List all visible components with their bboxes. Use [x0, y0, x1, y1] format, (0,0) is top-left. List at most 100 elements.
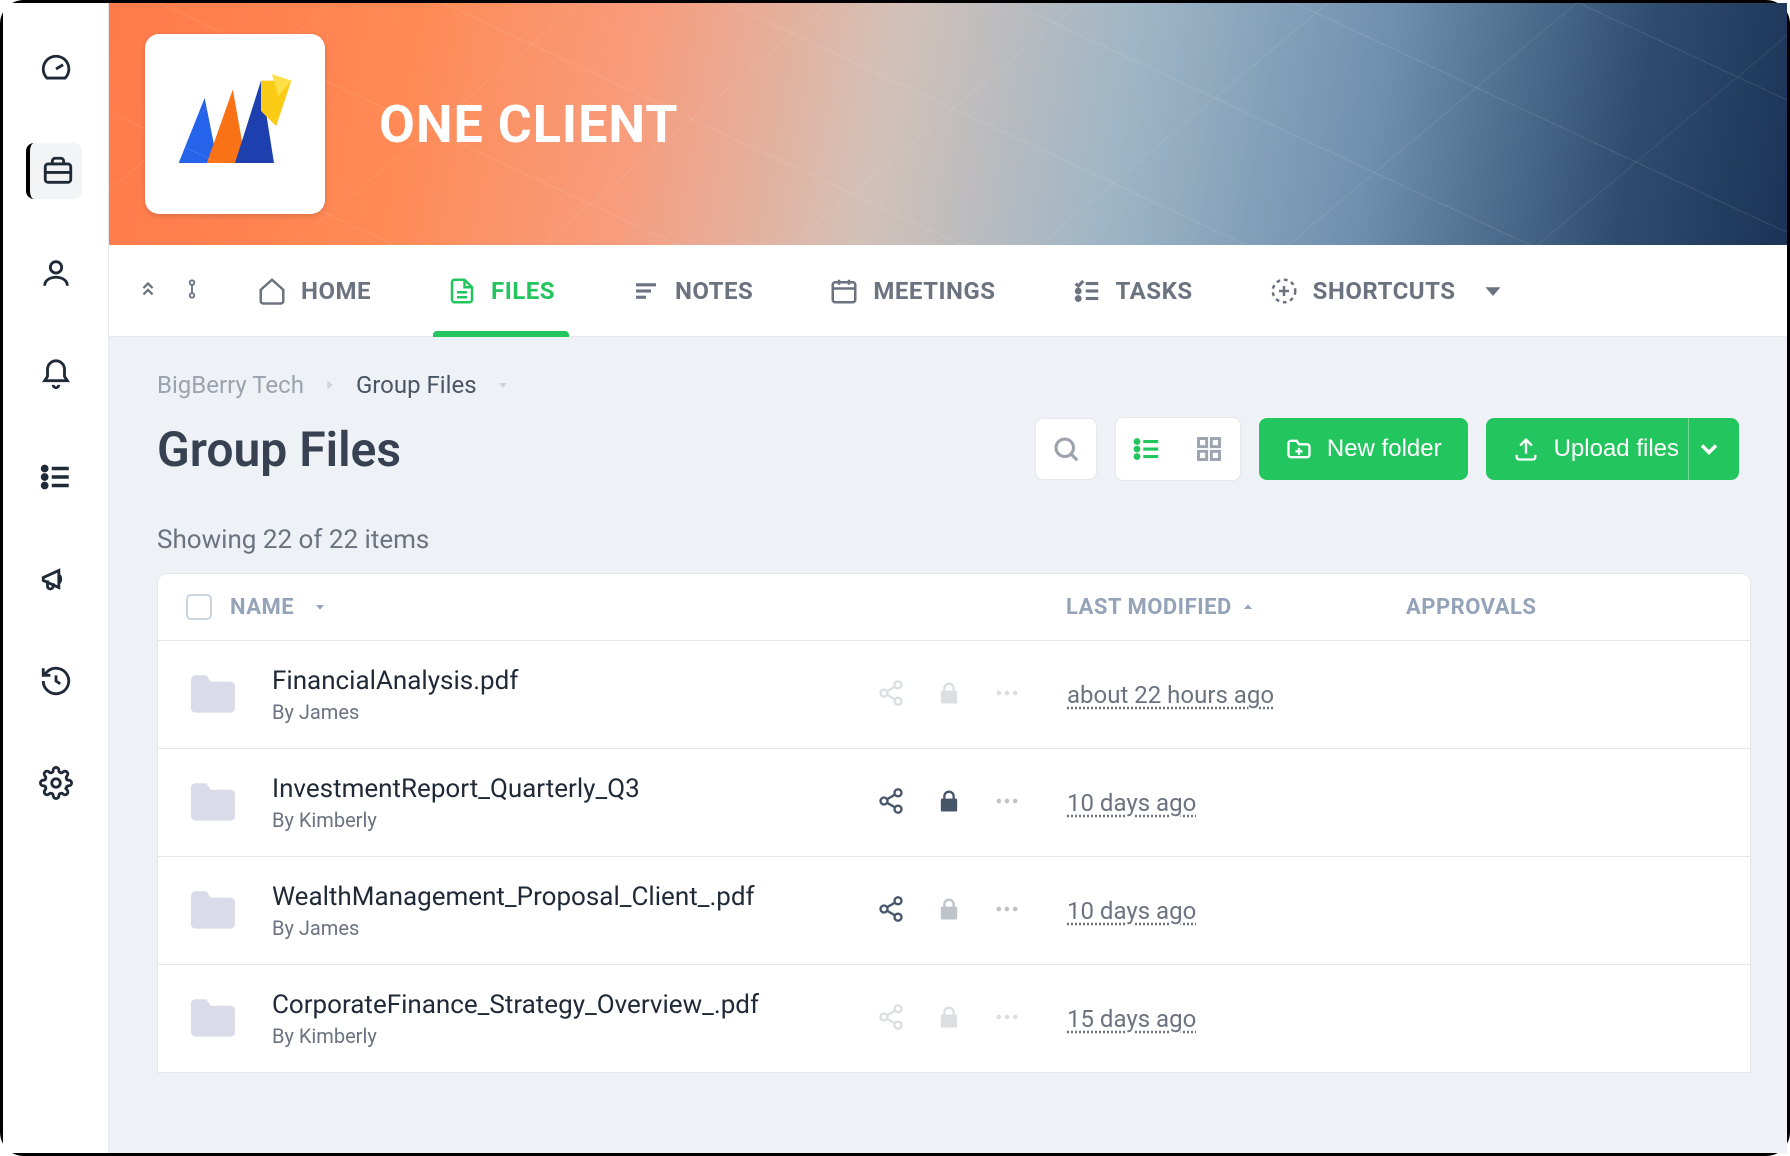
table-row[interactable]: FinancialAnalysis.pdf By James about 22 ho…: [157, 641, 1751, 749]
briefcase-icon: [41, 154, 75, 188]
gear-icon: [39, 766, 73, 800]
list-icon: [39, 460, 73, 494]
sidebar-briefcase[interactable]: [26, 143, 82, 199]
view-grid-button[interactable]: [1178, 418, 1240, 480]
table-row[interactable]: WealthManagement_Proposal_Client_.pdf By …: [157, 857, 1751, 965]
branch-icon[interactable]: [181, 278, 203, 304]
collapse-icon[interactable]: [137, 278, 159, 304]
file-author: By James: [272, 700, 877, 724]
client-logo: [145, 34, 325, 214]
lock-icon[interactable]: [935, 679, 963, 707]
select-all-checkbox[interactable]: [186, 594, 212, 620]
tasks-icon: [1072, 276, 1102, 306]
share-icon[interactable]: [877, 679, 905, 707]
megaphone-icon: [39, 562, 73, 596]
app-sidebar: [3, 3, 109, 1153]
new-folder-label: New folder: [1327, 435, 1442, 463]
file-modified: about 22 hours ago: [1067, 681, 1407, 709]
item-count: Showing 22 of 22 items: [109, 481, 1787, 573]
person-icon: [39, 256, 73, 290]
file-name: FinancialAnalysis.pdf: [272, 666, 877, 696]
chevron-down-icon[interactable]: [495, 377, 511, 393]
search-icon: [1051, 434, 1081, 464]
upload-files-button[interactable]: Upload files: [1486, 418, 1739, 480]
breadcrumb-current: Group Files: [356, 371, 477, 399]
column-approvals[interactable]: APPROVALS: [1406, 595, 1722, 620]
history-icon: [39, 664, 73, 698]
calendar-icon: [829, 276, 859, 306]
notes-icon: [631, 276, 661, 306]
column-modified[interactable]: LAST MODIFIED: [1066, 595, 1232, 620]
sidebar-notifications[interactable]: [28, 347, 84, 403]
table-header: NAME LAST MODIFIED APPROVALS: [157, 573, 1751, 641]
file-author: By Kimberly: [272, 808, 877, 832]
client-banner: ONE CLIENT: [109, 3, 1787, 245]
share-icon[interactable]: [877, 1003, 905, 1031]
column-name[interactable]: NAME: [230, 595, 294, 620]
view-toggle: [1115, 417, 1241, 481]
file-author: By Kimberly: [272, 1024, 877, 1048]
table-row[interactable]: InvestmentReport_Quarterly_Q3 By Kimberly…: [157, 749, 1751, 857]
table-row[interactable]: CorporateFinance_Strategy_Overview_.pdf B…: [157, 965, 1751, 1073]
folder-icon: [186, 889, 240, 933]
tab-notes-label: NOTES: [675, 277, 753, 305]
breadcrumb-root[interactable]: BigBerry Tech: [157, 371, 304, 399]
chevron-down-icon: [1478, 276, 1508, 306]
folder-icon: [186, 673, 240, 717]
file-name: CorporateFinance_Strategy_Overview_.pdf: [272, 990, 877, 1020]
lock-icon[interactable]: [935, 787, 963, 815]
tab-home-label: HOME: [301, 277, 371, 305]
section-tabs: HOME FILES NOTES MEETINGS TASKS SHORTCUT…: [109, 245, 1787, 337]
sidebar-list[interactable]: [28, 449, 84, 505]
sidebar-settings[interactable]: [28, 755, 84, 811]
chevron-down-icon[interactable]: [1695, 435, 1723, 463]
file-name: InvestmentReport_Quarterly_Q3: [272, 774, 877, 804]
share-icon[interactable]: [877, 787, 905, 815]
folder-plus-icon: [1285, 435, 1313, 463]
chevron-right-icon: [322, 377, 338, 393]
sort-up-icon: [1240, 599, 1256, 615]
more-icon[interactable]: [993, 787, 1021, 815]
logo-mark-icon: [170, 69, 300, 179]
file-name: WealthManagement_Proposal_Client_.pdf: [272, 882, 877, 912]
file-author: By James: [272, 916, 877, 940]
search-button[interactable]: [1035, 418, 1097, 480]
sidebar-announcements[interactable]: [28, 551, 84, 607]
tab-shortcuts[interactable]: SHORTCUTS: [1255, 268, 1522, 314]
tab-meetings[interactable]: MEETINGS: [815, 268, 1009, 314]
sort-down-icon: [312, 599, 328, 615]
breadcrumb: BigBerry Tech Group Files: [109, 371, 1787, 399]
tab-shortcuts-label: SHORTCUTS: [1313, 277, 1456, 305]
grid-view-icon: [1195, 435, 1223, 463]
page-title: Group Files: [157, 421, 401, 478]
tab-notes[interactable]: NOTES: [617, 268, 767, 314]
list-view-icon: [1132, 434, 1162, 464]
tab-files[interactable]: FILES: [433, 268, 569, 314]
add-circle-icon: [1269, 276, 1299, 306]
file-modified: 15 days ago: [1067, 1005, 1407, 1033]
gauge-icon: [39, 52, 73, 86]
upload-icon: [1512, 435, 1540, 463]
tab-meetings-label: MEETINGS: [873, 277, 995, 305]
view-list-button[interactable]: [1116, 418, 1178, 480]
lock-icon[interactable]: [935, 1003, 963, 1031]
more-icon[interactable]: [993, 1003, 1021, 1031]
file-modified: 10 days ago: [1067, 789, 1407, 817]
sidebar-dashboard[interactable]: [28, 41, 84, 97]
home-icon: [257, 276, 287, 306]
new-folder-button[interactable]: New folder: [1259, 418, 1468, 480]
folder-icon: [186, 997, 240, 1041]
upload-files-label: Upload files: [1554, 435, 1679, 463]
file-modified: 10 days ago: [1067, 897, 1407, 925]
sidebar-person[interactable]: [28, 245, 84, 301]
share-icon[interactable]: [877, 895, 905, 923]
more-icon[interactable]: [993, 895, 1021, 923]
tab-tasks-label: TASKS: [1116, 277, 1193, 305]
tab-files-label: FILES: [491, 277, 555, 305]
lock-icon[interactable]: [935, 895, 963, 923]
more-icon[interactable]: [993, 679, 1021, 707]
tab-home[interactable]: HOME: [243, 268, 385, 314]
client-title: ONE CLIENT: [379, 94, 679, 155]
sidebar-history[interactable]: [28, 653, 84, 709]
tab-tasks[interactable]: TASKS: [1058, 268, 1207, 314]
